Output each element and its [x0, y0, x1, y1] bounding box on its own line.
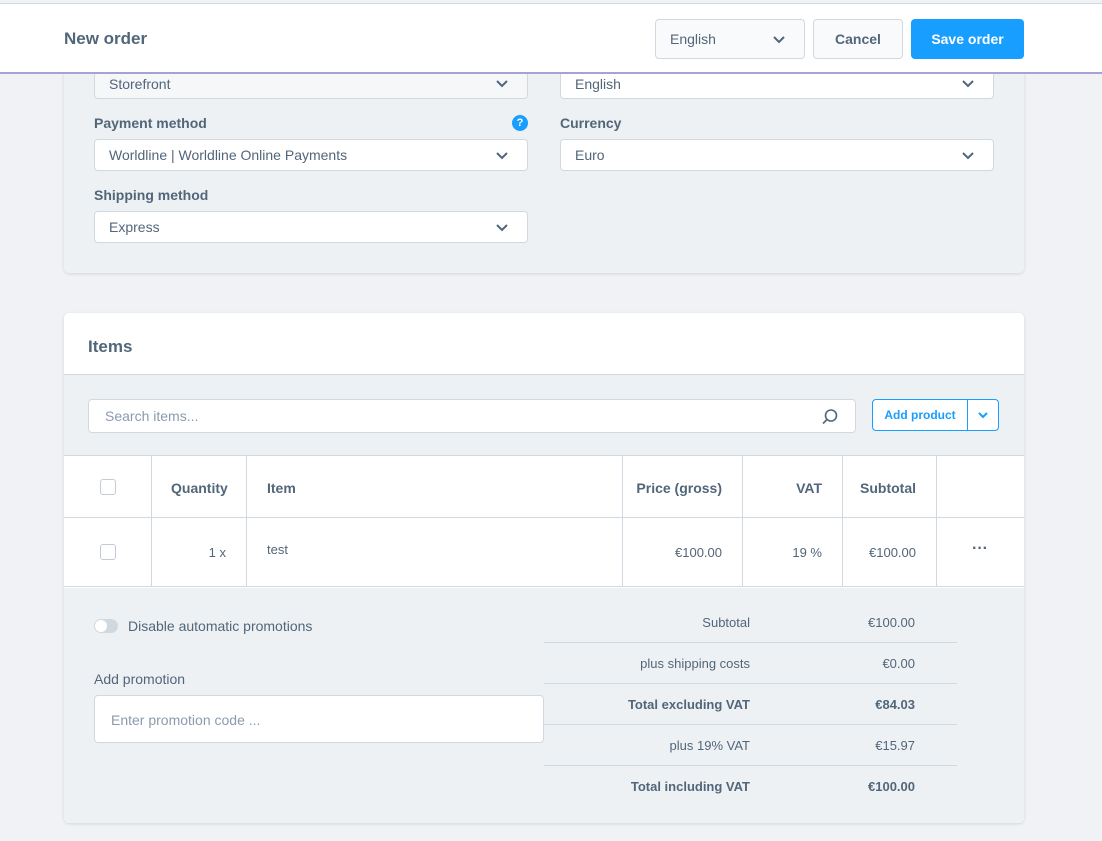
shipping-method-label: Shipping method — [94, 187, 209, 203]
payment-method-select[interactable]: Worldline | Worldline Online Payments — [94, 139, 528, 171]
order-details-card: Storefront English Payment method ? Worl… — [64, 60, 1024, 273]
chevron-down-icon — [773, 36, 785, 44]
chevron-down-icon — [496, 224, 508, 232]
totals-label: Total including VAT — [630, 779, 750, 794]
totals-row-shipping: plus shipping costs €0.00 — [544, 643, 957, 684]
currency-value: Euro — [575, 147, 605, 163]
chevron-down-icon — [962, 152, 974, 160]
header-language-value: English — [670, 31, 716, 47]
row-item-name: test — [267, 542, 288, 557]
language-value: English — [575, 76, 621, 92]
items-card: Items Search items... Add product Quanti… — [64, 313, 1024, 823]
add-product-dropdown-toggle[interactable] — [968, 400, 998, 430]
totals-label: plus 19% VAT — [669, 738, 750, 753]
search-placeholder: Search items... — [105, 408, 199, 424]
chevron-down-icon — [978, 412, 988, 419]
totals-label: plus shipping costs — [640, 656, 750, 671]
cell-select — [64, 518, 152, 586]
sales-channel-value: Storefront — [109, 76, 171, 92]
items-title: Items — [88, 337, 133, 356]
cancel-button[interactable]: Cancel — [813, 19, 903, 59]
row-price: €100.00 — [675, 545, 722, 560]
cell-price: €100.00 — [623, 518, 743, 586]
search-icon — [822, 409, 838, 425]
currency-select[interactable]: Euro — [560, 139, 994, 171]
cell-subtotal: €100.00 — [843, 518, 937, 586]
table-header-row: Quantity Item Price (gross) VAT Subtotal — [64, 456, 1024, 518]
add-promotion-label: Add promotion — [94, 671, 186, 687]
select-all-checkbox[interactable] — [100, 479, 116, 495]
row-actions-icon[interactable]: ··· — [972, 540, 988, 558]
items-toolbar: Search items... Add product — [64, 375, 1024, 456]
col-item: Item — [247, 456, 623, 517]
row-quantity: 1 x — [208, 545, 226, 560]
chevron-down-icon — [496, 152, 508, 160]
currency-label: Currency — [560, 115, 622, 131]
help-icon[interactable]: ? — [512, 115, 528, 131]
totals-row-subtotal: Subtotal €100.00 — [544, 602, 957, 643]
header-language-select[interactable]: English — [655, 19, 805, 59]
col-quantity: Quantity — [152, 456, 247, 517]
column-header-quantity[interactable]: Quantity — [171, 480, 228, 496]
page-title: New order — [64, 29, 148, 48]
column-header-vat[interactable]: VAT — [796, 480, 822, 496]
totals-value: €100.00 — [868, 615, 915, 630]
column-header-item[interactable]: Item — [267, 480, 296, 496]
cell-item: test — [247, 518, 623, 586]
totals-value: €100.00 — [868, 779, 915, 794]
search-items-input[interactable]: Search items... — [88, 399, 856, 433]
totals-value: €0.00 — [882, 656, 915, 671]
table-row: 1 x test €100.00 19 % €100.00 ··· — [64, 518, 1024, 587]
toggle-knob — [95, 620, 107, 632]
add-product-label[interactable]: Add product — [873, 400, 968, 430]
totals-row-vat: plus 19% VAT €15.97 — [544, 725, 957, 766]
disable-promotions-toggle[interactable] — [94, 619, 118, 633]
totals-label: Subtotal — [702, 615, 750, 630]
row-subtotal: €100.00 — [869, 545, 916, 560]
totals-row-gross: Total including VAT €100.00 — [544, 766, 957, 807]
items-card-header: Items — [64, 313, 1024, 375]
payment-method-value: Worldline | Worldline Online Payments — [109, 147, 348, 163]
promotion-code-placeholder: Enter promotion code ... — [111, 712, 261, 728]
row-checkbox[interactable] — [100, 544, 116, 560]
totals-value: €15.97 — [875, 738, 915, 753]
order-summary: Disable automatic promotions Add promoti… — [64, 588, 1024, 823]
add-product-button[interactable]: Add product — [872, 399, 999, 431]
shipping-method-select[interactable]: Express — [94, 211, 528, 243]
shipping-method-value: Express — [109, 219, 160, 235]
col-select — [64, 456, 152, 517]
chevron-down-icon — [496, 80, 508, 88]
payment-method-label: Payment method — [94, 115, 207, 131]
chevron-down-icon — [962, 80, 974, 88]
save-order-button[interactable]: Save order — [911, 19, 1024, 59]
totals-label: Total excluding VAT — [627, 697, 750, 712]
page-header: New order English Cancel Save order — [0, 3, 1102, 74]
col-vat: VAT — [743, 456, 843, 517]
disable-promotions-label: Disable automatic promotions — [128, 618, 313, 634]
promotion-code-input[interactable]: Enter promotion code ... — [94, 695, 544, 743]
totals-value: €84.03 — [875, 697, 915, 712]
column-header-price[interactable]: Price (gross) — [636, 480, 722, 496]
cell-quantity: 1 x — [152, 518, 247, 586]
col-price: Price (gross) — [623, 456, 743, 517]
totals-row-net: Total excluding VAT €84.03 — [544, 684, 957, 725]
col-subtotal: Subtotal — [843, 456, 937, 517]
cell-vat: 19 % — [743, 518, 843, 586]
column-header-subtotal[interactable]: Subtotal — [860, 480, 916, 496]
row-vat: 19 % — [792, 545, 822, 560]
